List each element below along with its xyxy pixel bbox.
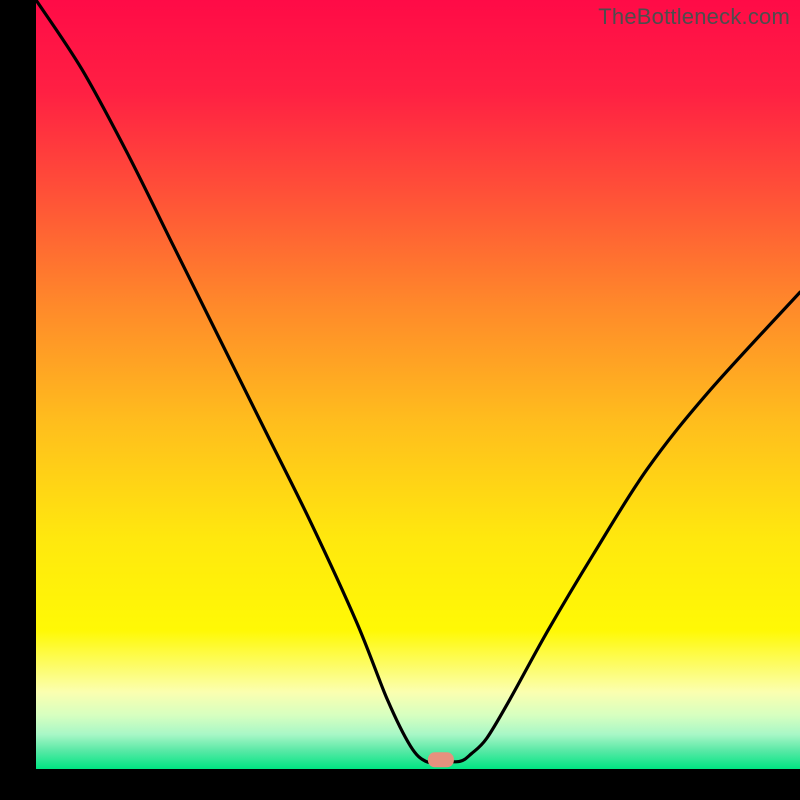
plot-background [36,0,800,769]
minimum-marker [428,752,454,767]
bottleneck-chart [0,0,800,800]
chart-stage: TheBottleneck.com [0,0,800,800]
watermark-text: TheBottleneck.com [598,4,790,30]
